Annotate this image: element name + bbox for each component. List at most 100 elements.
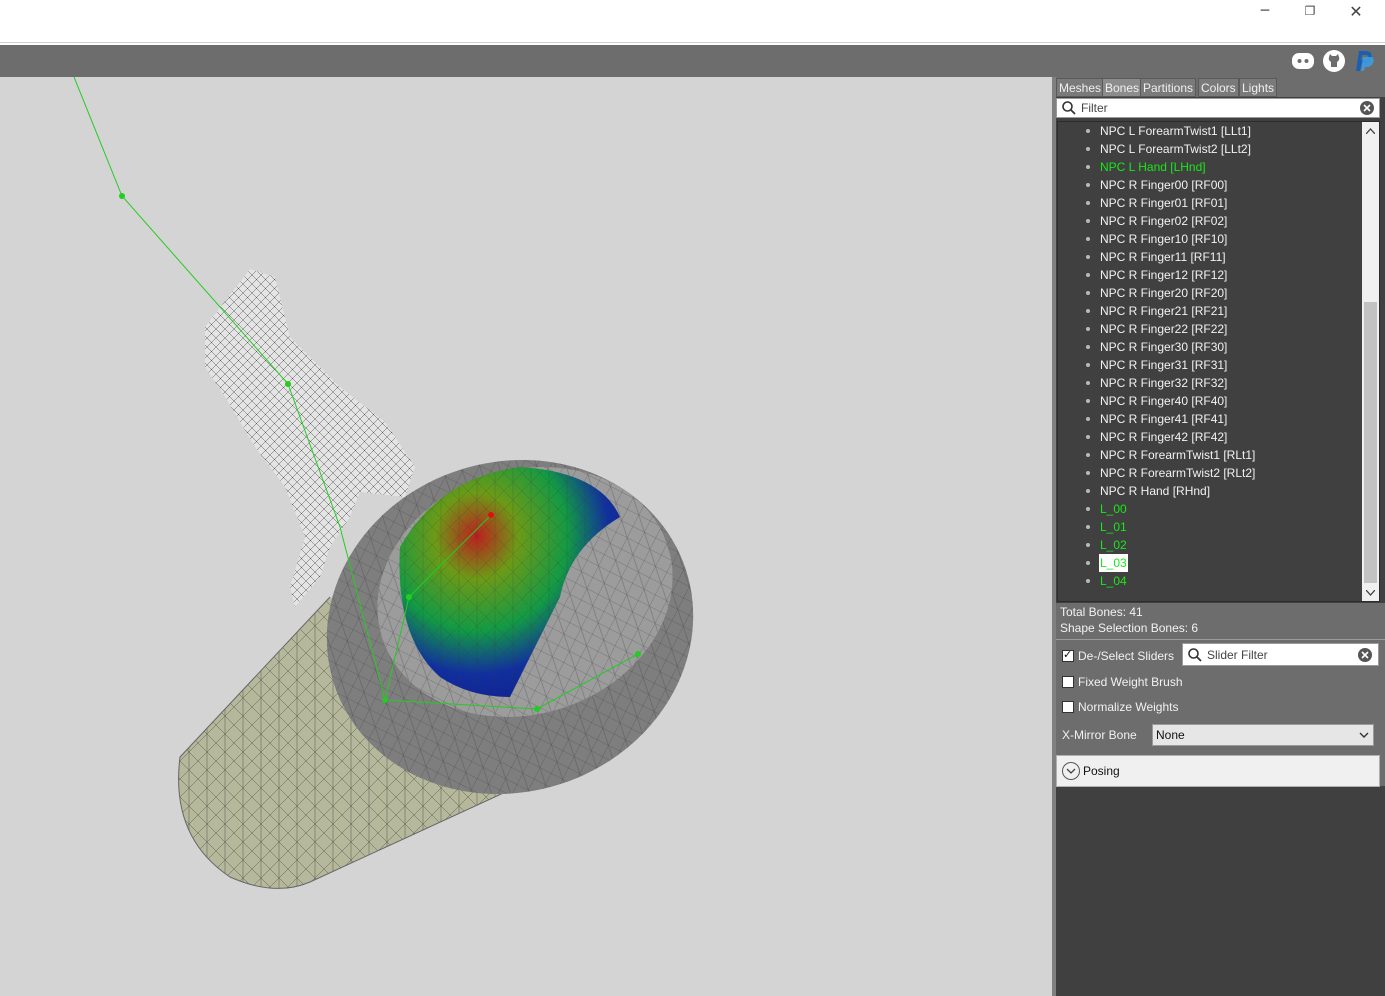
tab-label: Colors <box>1201 81 1236 95</box>
bone-list-item[interactable]: NPC R Finger20 [RF20] <box>1058 284 1361 302</box>
bone-filter-box <box>1056 98 1380 118</box>
clear-filter-icon[interactable] <box>1359 100 1375 119</box>
bone-list-item[interactable]: L_04 <box>1058 572 1361 590</box>
bone-list-item[interactable]: NPC R Finger21 [RF21] <box>1058 302 1361 320</box>
clear-slider-filter-icon[interactable] <box>1357 647 1373 666</box>
bone-list-item[interactable]: NPC R ForearmTwist1 [RLt1] <box>1058 446 1361 464</box>
bone-list-item[interactable]: L_02 <box>1058 536 1361 554</box>
tree-bullet-icon <box>1086 291 1090 295</box>
total-bones-text: Total Bones: 41 <box>1060 605 1143 619</box>
tree-bullet-icon <box>1086 219 1090 223</box>
bone-label: L_01 <box>1100 520 1127 534</box>
minimize-icon: ─ <box>1260 3 1270 19</box>
tab-label: Bones <box>1105 81 1140 95</box>
slider-filter-input[interactable] <box>1207 647 1352 663</box>
xmirror-bone-value: None <box>1156 728 1185 742</box>
fixed-weight-brush-label: Fixed Weight Brush <box>1078 675 1183 689</box>
tab-partitions[interactable]: Partitions <box>1140 78 1197 97</box>
bone-label: NPC R Finger32 [RF32] <box>1100 376 1228 390</box>
normalize-weights-label: Normalize Weights <box>1078 700 1179 714</box>
xmirror-bone-label: X-Mirror Bone <box>1062 728 1137 742</box>
bone-label: NPC R Finger21 [RF21] <box>1100 304 1228 318</box>
bone-label: NPC R Finger42 [RF42] <box>1100 430 1228 444</box>
bone-list-item[interactable]: NPC R Hand [RHnd] <box>1058 482 1361 500</box>
tree-bullet-icon <box>1086 561 1090 565</box>
tree-bullet-icon <box>1086 201 1090 205</box>
bone-list-item[interactable]: NPC R Finger30 [RF30] <box>1058 338 1361 356</box>
bone-list-item[interactable]: NPC L ForearmTwist2 [LLt2] <box>1058 140 1361 158</box>
bone-list-item[interactable]: NPC R Finger42 [RF42] <box>1058 428 1361 446</box>
tree-bullet-icon <box>1086 507 1090 511</box>
tree-bullet-icon <box>1086 489 1090 493</box>
3d-viewport[interactable] <box>0 77 1054 996</box>
tree-bullet-icon <box>1086 237 1090 241</box>
bone-list-item[interactable]: L_01 <box>1058 518 1361 536</box>
bone-list-item[interactable]: L_00 <box>1058 500 1361 518</box>
bone-list-item[interactable]: NPC R Finger02 [RF02] <box>1058 212 1361 230</box>
bone-stats: Total Bones: 41 Shape Selection Bones: 6 <box>1056 603 1385 639</box>
discord-icon[interactable] <box>1290 48 1316 74</box>
xmirror-bone-select[interactable]: None <box>1152 724 1374 746</box>
bone-label: NPC R Finger20 [RF20] <box>1100 286 1228 300</box>
bone-label: L_02 <box>1100 538 1127 552</box>
minimize-button[interactable]: ─ <box>1242 0 1288 22</box>
close-button[interactable]: ✕ <box>1333 0 1379 22</box>
posing-section[interactable]: Posing <box>1056 755 1380 787</box>
bone-list-item[interactable]: NPC R Finger22 [RF22] <box>1058 320 1361 338</box>
bone-list-item[interactable]: NPC R ForearmTwist2 [RLt2] <box>1058 464 1361 482</box>
tree-bullet-icon <box>1086 147 1090 151</box>
bone-list-item[interactable]: NPC R Finger11 [RF11] <box>1058 248 1361 266</box>
bone-list-scrollbar[interactable] <box>1362 122 1379 601</box>
posing-label: Posing <box>1083 764 1120 778</box>
tab-bones[interactable]: Bones <box>1102 78 1143 97</box>
normalize-weights-checkbox[interactable] <box>1062 701 1074 713</box>
tree-bullet-icon <box>1086 471 1090 475</box>
scroll-thumb[interactable] <box>1364 302 1377 583</box>
toolbar <box>0 45 1385 77</box>
bone-label: NPC L Hand [LHnd] <box>1100 160 1206 174</box>
bone-list-item[interactable]: NPC R Finger01 [RF01] <box>1058 194 1361 212</box>
expand-icon[interactable] <box>1062 762 1080 780</box>
right-panel: Meshes Bones Partitions Colors Lights NP… <box>1056 77 1385 996</box>
deselect-sliders-checkbox[interactable] <box>1062 648 1074 662</box>
bone-controls: De-/Select Sliders Fixed Weight Brush No… <box>1056 639 1385 787</box>
bone-label: NPC R Finger02 [RF02] <box>1100 214 1228 228</box>
bone-label: NPC R Finger30 [RF30] <box>1100 340 1228 354</box>
tab-meshes[interactable]: Meshes <box>1056 78 1105 97</box>
github-icon[interactable] <box>1321 48 1347 74</box>
bone-filter-input[interactable] <box>1081 100 1351 116</box>
tab-lights[interactable]: Lights <box>1239 78 1278 97</box>
bone-list-item[interactable]: NPC L Hand [LHnd] <box>1058 158 1361 176</box>
bone-label: NPC L ForearmTwist1 [LLt1] <box>1100 124 1251 138</box>
bone-list-item[interactable]: NPC R Finger32 [RF32] <box>1058 374 1361 392</box>
bone-list-item[interactable]: L_03 <box>1058 554 1361 572</box>
tree-bullet-icon <box>1086 579 1090 583</box>
tab-label: Meshes <box>1059 81 1102 95</box>
scroll-down-button[interactable] <box>1362 584 1379 601</box>
bone-label: NPC R Finger01 [RF01] <box>1100 196 1228 210</box>
mesh-render <box>73 77 694 889</box>
tree-bullet-icon <box>1086 453 1090 457</box>
tree-bullet-icon <box>1086 417 1090 421</box>
bone-list-item[interactable]: NPC R Finger10 [RF10] <box>1058 230 1361 248</box>
bone-label: NPC R Finger31 [RF31] <box>1100 358 1228 372</box>
paypal-icon[interactable] <box>1352 48 1378 74</box>
tree-bullet-icon <box>1086 309 1090 313</box>
bone-list-item[interactable]: NPC R Finger12 [RF12] <box>1058 266 1361 284</box>
bone-list-item[interactable]: NPC R Finger31 [RF31] <box>1058 356 1361 374</box>
tree-bullet-icon <box>1086 273 1090 277</box>
bone-list-item[interactable]: NPC R Finger00 [RF00] <box>1058 176 1361 194</box>
bone-label: NPC R Hand [RHnd] <box>1100 484 1211 498</box>
bone-list-item[interactable]: NPC R Finger41 [RF41] <box>1058 410 1361 428</box>
bone-list-item[interactable]: NPC R Finger40 [RF40] <box>1058 392 1361 410</box>
shape-selection-bones-text: Shape Selection Bones: 6 <box>1060 621 1199 635</box>
tab-colors[interactable]: Colors <box>1198 78 1239 97</box>
tree-bullet-icon <box>1086 165 1090 169</box>
scroll-up-button[interactable] <box>1362 122 1379 139</box>
bone-label: NPC R ForearmTwist1 [RLt1] <box>1100 448 1256 462</box>
tree-bullet-icon <box>1086 435 1090 439</box>
bone-list: NPC L ForearmTwist1 [LLt1] NPC L ForearmT… <box>1057 121 1380 602</box>
bone-list-item[interactable]: NPC L ForearmTwist1 [LLt1] <box>1058 122 1361 140</box>
fixed-weight-brush-checkbox[interactable] <box>1062 676 1074 688</box>
restore-button[interactable]: ❐ <box>1287 0 1333 22</box>
